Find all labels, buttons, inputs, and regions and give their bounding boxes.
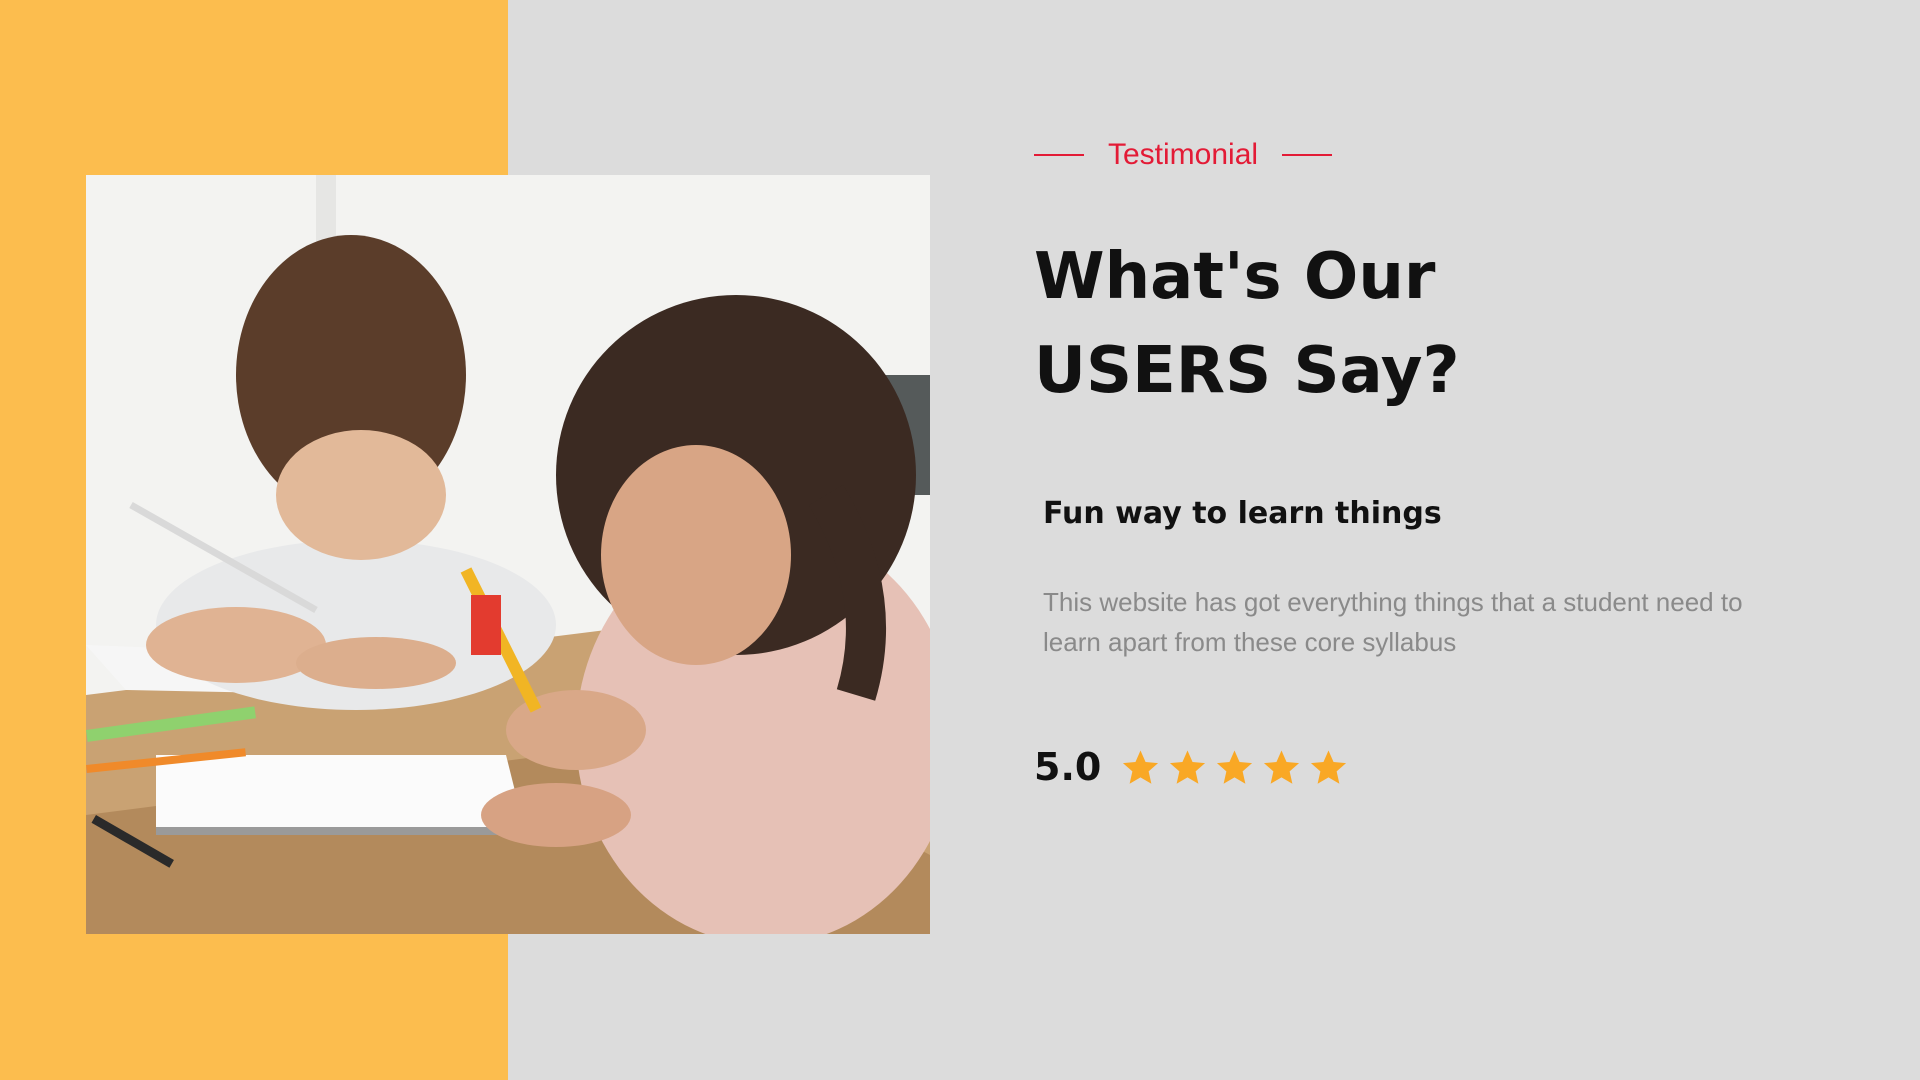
rating-score: 5.0 <box>1034 745 1102 789</box>
eyebrow-rule-right <box>1282 154 1333 156</box>
testimonial-body: This website has got everything things t… <box>1043 587 1743 657</box>
eyebrow-rule-left <box>1034 154 1084 156</box>
testimonial-title: Fun way to learn things <box>1043 496 1442 531</box>
page-title-line-1: What's Our <box>1034 240 1436 314</box>
star-icon <box>1264 749 1300 784</box>
testimonial-photo <box>86 175 930 934</box>
photo-children-studying-icon <box>86 175 930 934</box>
star-icon <box>1217 749 1253 784</box>
page-title: What's Our USERS Say? <box>1034 230 1734 418</box>
star-icon <box>1170 749 1206 784</box>
rating-stars <box>1121 748 1348 787</box>
eyebrow-label: Testimonial <box>1108 138 1259 171</box>
star-icon <box>1123 749 1159 784</box>
star-icon <box>1311 749 1347 784</box>
page-title-line-2: USERS Say? <box>1034 334 1460 408</box>
section-eyebrow: Testimonial <box>1034 135 1333 175</box>
rating: 5.0 <box>1034 745 1348 789</box>
